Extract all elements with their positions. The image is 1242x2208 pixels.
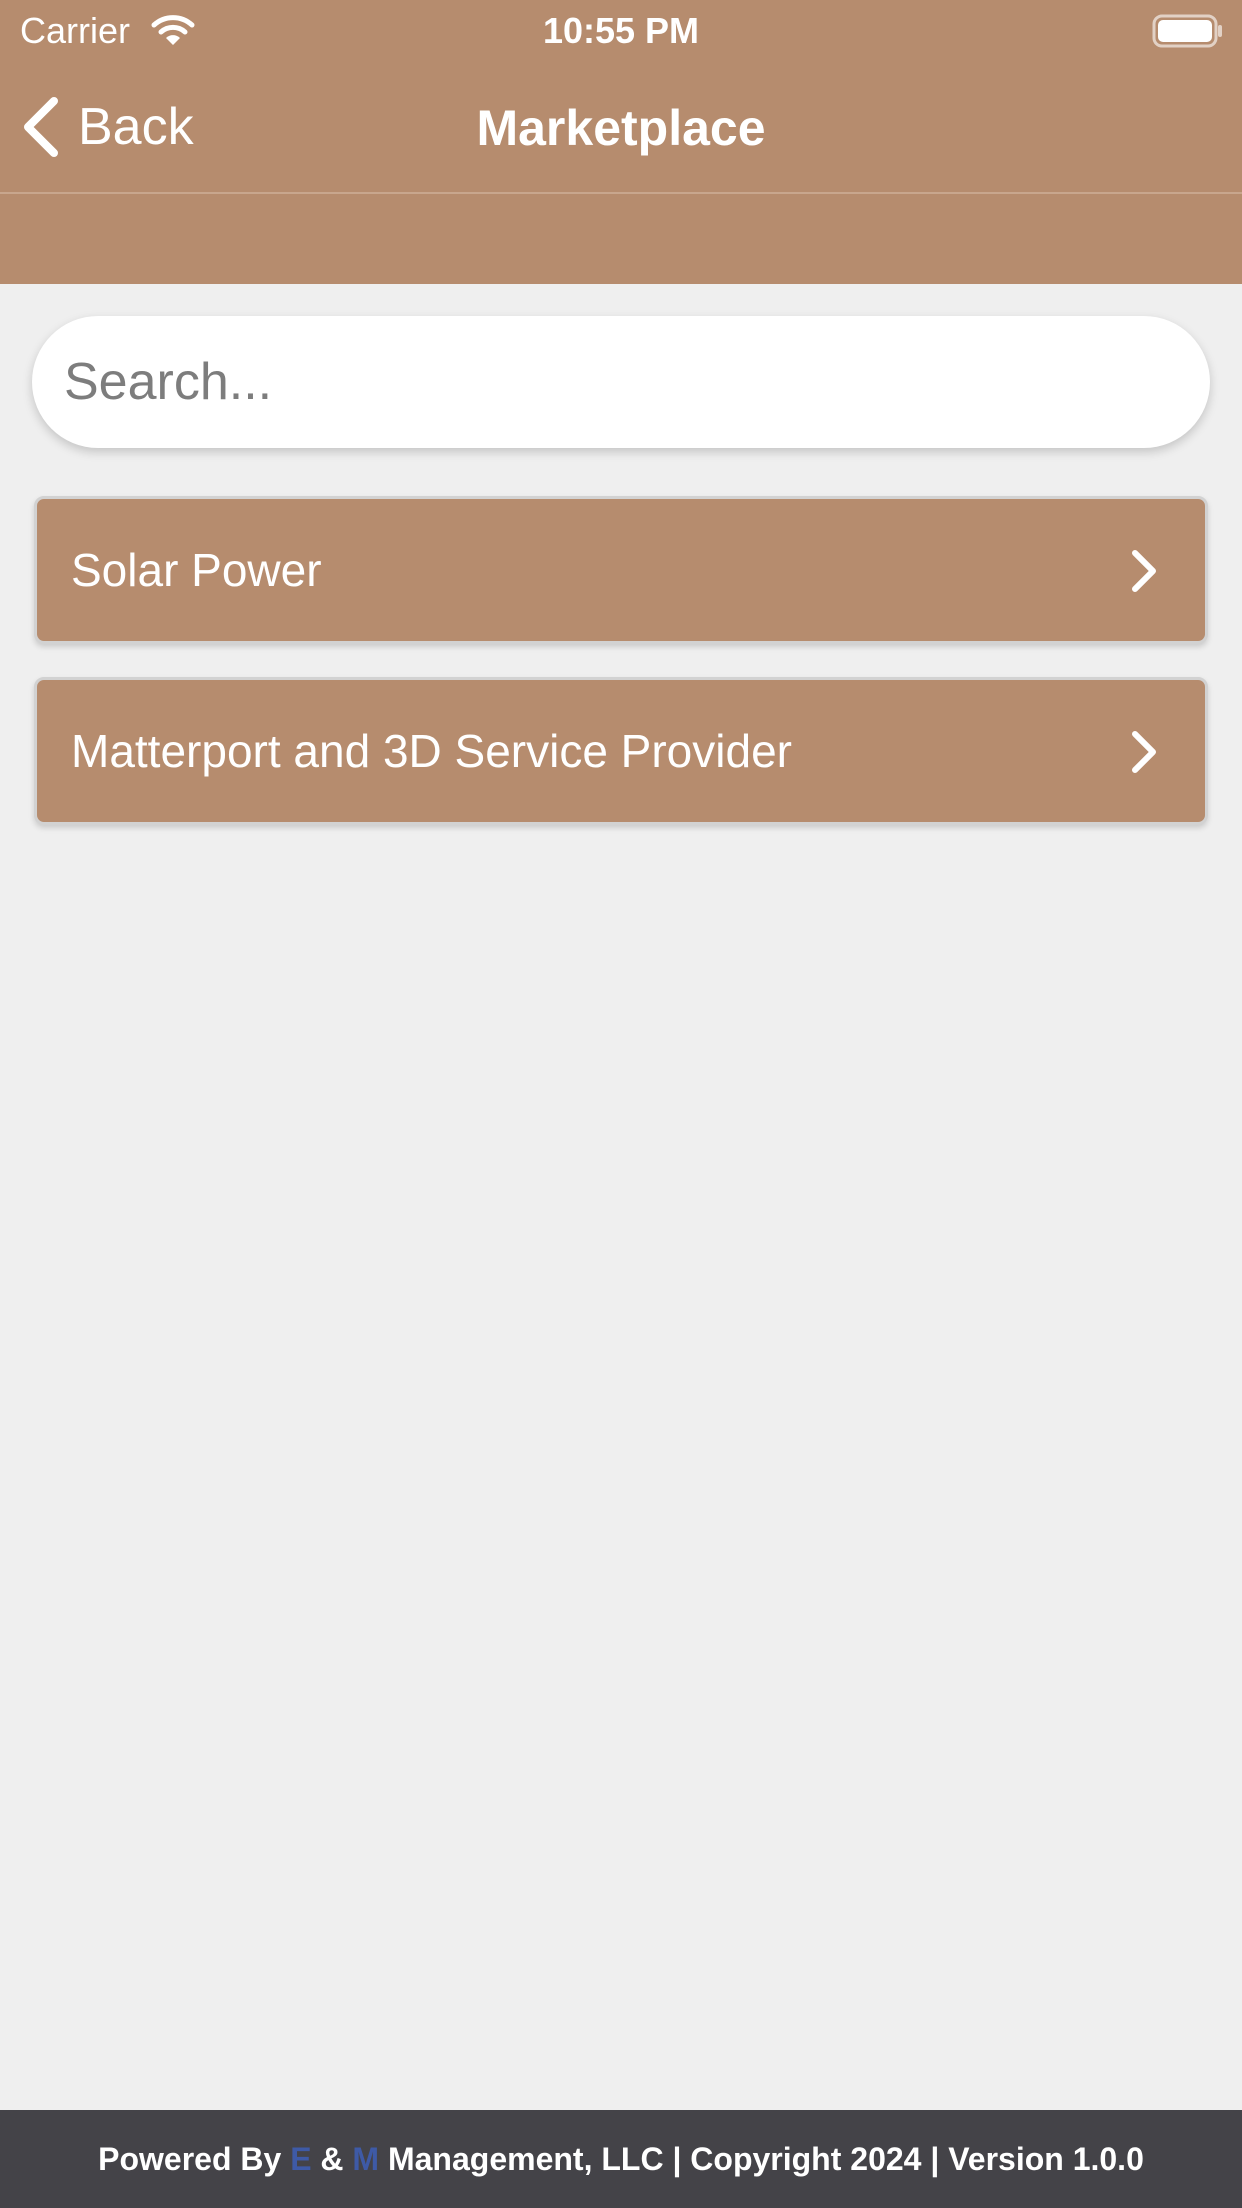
footer: Powered By E & M Management, LLC | Copyr… (0, 2110, 1242, 2208)
category-list: Solar Power Matterport and 3D Service Pr… (34, 496, 1208, 858)
list-item-solar-power[interactable]: Solar Power (34, 496, 1208, 644)
footer-letter-e: E (290, 2141, 312, 2177)
status-time: 10:55 PM (542, 10, 700, 51)
status-bar: Carrier 10:55 PM (0, 0, 1242, 62)
list-item-label: Matterport and 3D Service Provider (71, 725, 792, 777)
footer-prefix: Powered By (98, 2141, 282, 2177)
app-header: Carrier 10:55 PM Back Marketplace (0, 0, 1242, 284)
back-label: Back (78, 98, 194, 156)
footer-suffix: Management, LLC | Copyright 2024 | Versi… (387, 2141, 1144, 2177)
chevron-right-icon (1132, 550, 1156, 592)
chevron-left-icon (24, 97, 58, 157)
search-input[interactable] (64, 316, 1164, 448)
battery-icon (1152, 14, 1222, 48)
footer-letter-m: M (352, 2141, 380, 2177)
back-button[interactable]: Back (20, 92, 194, 162)
chevron-right-icon (1132, 731, 1156, 773)
list-item-matterport-3d[interactable]: Matterport and 3D Service Provider (34, 677, 1208, 825)
list-item-label: Solar Power (71, 544, 322, 596)
navigation-bar: Back Marketplace (0, 62, 1242, 194)
footer-ampersand: & (320, 2141, 344, 2177)
search-bar (32, 316, 1210, 448)
